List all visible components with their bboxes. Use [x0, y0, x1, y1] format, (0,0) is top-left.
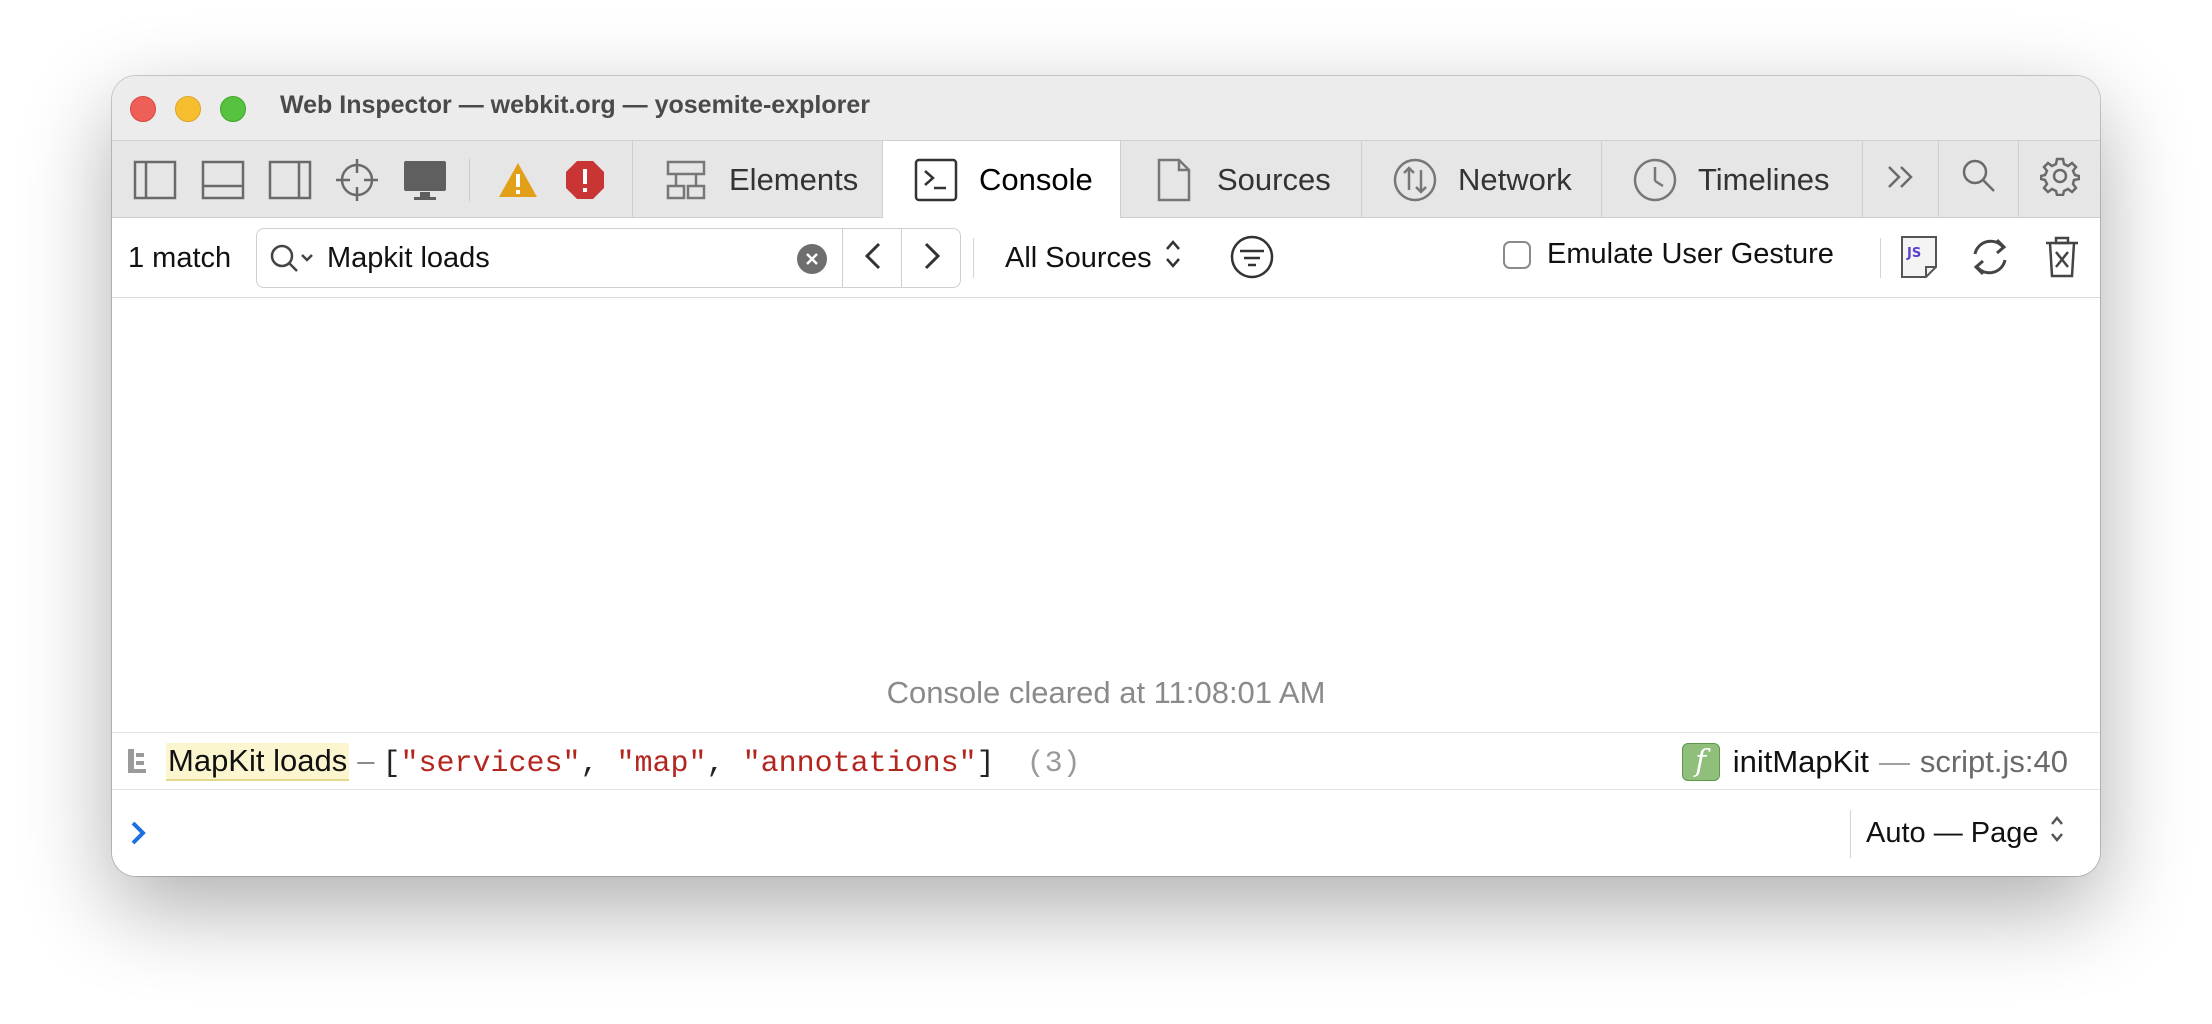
console-prompt-input[interactable]: [172, 812, 1172, 852]
emulate-user-gesture-checkbox[interactable]: [1503, 240, 1531, 269]
previous-match-button[interactable]: [842, 229, 902, 287]
console-icon: [913, 157, 959, 203]
array-close-bracket: ]: [976, 747, 995, 781]
search-highlight: MapKit loads: [166, 743, 350, 781]
array-comma: ,: [580, 747, 617, 781]
console-output[interactable]: Console cleared at 11:08:01 AM MapKit lo…: [112, 298, 2100, 876]
function-icon: f: [1681, 743, 1720, 781]
gear-icon: [2039, 156, 2080, 204]
chevron-left-icon: [864, 241, 882, 276]
prompt-separator: [1850, 810, 1851, 858]
chevron-double-right-icon: [1886, 162, 1916, 198]
tab-network[interactable]: Network: [1361, 141, 1601, 218]
dock-bottom-icon[interactable]: [200, 157, 246, 203]
emulate-user-gesture-label: Emulate User Gesture: [1547, 238, 1834, 270]
filter-separator: [973, 238, 974, 278]
array-count: (3): [1026, 747, 1081, 781]
console-prompt[interactable]: Auto — Page: [112, 790, 2100, 876]
search-button[interactable]: [1938, 141, 2018, 218]
sidebar-left-icon[interactable]: [132, 157, 178, 203]
display-icon[interactable]: [402, 157, 448, 203]
message-separator: –: [357, 743, 375, 778]
tab-label: Console: [979, 162, 1093, 197]
error-icon[interactable]: [562, 157, 608, 203]
timelines-icon: [1632, 157, 1678, 203]
function-name[interactable]: initMapKit: [1733, 744, 1869, 780]
clear-console-icon[interactable]: [2037, 232, 2087, 282]
next-match-button[interactable]: [901, 229, 961, 287]
console-message-row[interactable]: MapKit loads – ["services", "map", "anno…: [112, 732, 2100, 790]
clear-search-icon[interactable]: [797, 244, 827, 274]
network-icon: [1392, 157, 1438, 203]
search-icon: [1961, 158, 1997, 202]
tab-timelines[interactable]: Timelines: [1601, 141, 1862, 218]
array-item: "map": [616, 747, 707, 781]
array-item: "services": [400, 747, 581, 781]
console-filter-bar: 1 match All Sources: [112, 218, 2100, 298]
search-input[interactable]: [327, 239, 767, 277]
web-inspector-window: Web Inspector — webkit.org — yosemite-ex…: [112, 76, 2100, 876]
tab-bar: Elements Console Sources Network Timelin…: [112, 140, 2100, 219]
source-location-link[interactable]: script.js:40: [1920, 744, 2068, 780]
log-message-icon: [126, 747, 148, 780]
sidebar-right-icon[interactable]: [267, 157, 313, 203]
array-comma: ,: [706, 747, 743, 781]
console-cleared-message: Console cleared at 11:08:01 AM: [886, 675, 1326, 710]
tab-label: Sources: [1217, 161, 1331, 197]
chevron-up-down-icon: [1164, 238, 1182, 278]
log-message-text: MapKit loads – ["services", "map", "anno…: [166, 743, 1081, 781]
array-preview[interactable]: ["services", "map", "annotations"] (3): [382, 747, 1080, 781]
filter-separator: [1880, 238, 1881, 278]
tab-sources[interactable]: Sources: [1120, 141, 1361, 218]
tab-console[interactable]: Console: [882, 141, 1120, 219]
window-title: Web Inspector — webkit.org — yosemite-ex…: [280, 91, 870, 119]
crosshair-icon[interactable]: [334, 157, 380, 203]
tab-label: Timelines: [1698, 161, 1830, 197]
tab-elements[interactable]: Elements: [632, 141, 882, 218]
search-field[interactable]: [256, 228, 961, 288]
search-options-icon[interactable]: [269, 243, 317, 280]
zoom-window-button[interactable]: [220, 96, 246, 122]
source-filter-label: All Sources: [1005, 241, 1152, 274]
array-item: "annotations": [742, 747, 977, 781]
filter-icon[interactable]: [1227, 232, 1277, 282]
array-open-bracket: [: [382, 747, 401, 781]
tab-label: Elements: [729, 161, 859, 197]
close-window-button[interactable]: [130, 96, 156, 122]
warning-icon[interactable]: [495, 157, 541, 203]
chevron-right-icon: [923, 241, 941, 276]
source-filter-select[interactable]: All Sources: [1005, 238, 1182, 278]
prompt-chevron-icon: [128, 818, 150, 853]
more-tabs-button[interactable]: [1862, 141, 1938, 218]
javascript-file-icon[interactable]: JS: [1894, 232, 1944, 282]
minimize-window-button[interactable]: [175, 96, 201, 122]
title-bar: Web Inspector — webkit.org — yosemite-ex…: [112, 76, 2100, 140]
reload-icon[interactable]: [1965, 232, 2015, 282]
chevron-up-down-icon: [2049, 814, 2065, 852]
emulate-user-gesture[interactable]: Emulate User Gesture: [1503, 238, 1834, 271]
match-count: 1 match: [128, 242, 232, 274]
svg-text:JS: JS: [1906, 246, 1921, 261]
sources-icon: [1151, 157, 1197, 203]
toolbar-separator: [469, 159, 470, 201]
settings-button[interactable]: [2018, 141, 2100, 218]
execution-context-label: Auto — Page: [1866, 816, 2039, 849]
elements-icon: [663, 157, 709, 203]
execution-context-select[interactable]: Auto — Page: [1866, 814, 2065, 852]
message-location[interactable]: f initMapKit — script.js:40: [1681, 743, 2068, 781]
location-separator: —: [1878, 744, 1910, 779]
tab-label: Network: [1458, 161, 1572, 197]
